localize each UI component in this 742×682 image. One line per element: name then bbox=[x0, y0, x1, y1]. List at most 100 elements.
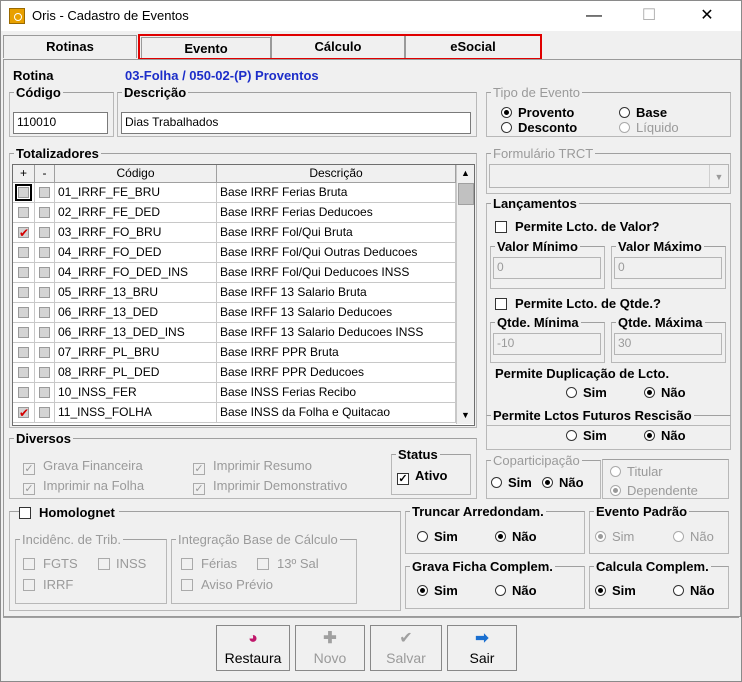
include-checkbox[interactable] bbox=[18, 307, 29, 318]
exclude-checkbox[interactable] bbox=[39, 347, 50, 358]
tipo-provento-radio[interactable]: Provento bbox=[501, 105, 574, 120]
include-checkbox[interactable] bbox=[18, 287, 29, 298]
col-header-minus[interactable]: - bbox=[35, 165, 55, 183]
codigo-cell: 01_IRRF_FE_BRU bbox=[55, 183, 217, 202]
fgts-checkbox[interactable]: FGTS bbox=[23, 556, 78, 571]
maximize-button[interactable]: ☐ bbox=[629, 5, 669, 27]
tipo-liquido-radio[interactable]: Líquido bbox=[619, 120, 679, 135]
qtde-minima-input[interactable]: -10 bbox=[493, 333, 601, 355]
duplicacao-sim-radio[interactable]: Sim bbox=[566, 385, 607, 400]
include-checkbox[interactable] bbox=[18, 404, 29, 422]
valor-maximo-input[interactable]: 0 bbox=[614, 257, 722, 279]
exclude-checkbox[interactable] bbox=[39, 187, 50, 198]
minus-cell bbox=[35, 263, 55, 282]
table-row[interactable]: 04_IRRF_FO_DED_INS Base IRRF Fol/Qui Dedu… bbox=[13, 263, 456, 283]
table-row[interactable]: 06_IRRF_13_DED_INS Base IRFF 13 Salario D… bbox=[13, 323, 456, 343]
truncar-nao-radio[interactable]: Não bbox=[495, 529, 537, 544]
permite-qtde-checkbox[interactable]: Permite Lcto. de Qtde.? bbox=[495, 296, 661, 311]
qtde-maxima-input[interactable]: 30 bbox=[614, 333, 722, 355]
col-header-plus[interactable]: + bbox=[13, 165, 35, 183]
include-checkbox[interactable] bbox=[18, 247, 29, 258]
formulario-trct-select[interactable]: ▼ bbox=[489, 164, 729, 188]
ferias-checkbox[interactable]: Férias bbox=[181, 556, 237, 571]
scroll-down-icon[interactable]: ▼ bbox=[457, 407, 474, 424]
aviso-previo-checkbox[interactable]: Aviso Prévio bbox=[181, 577, 273, 592]
scroll-thumb[interactable] bbox=[458, 183, 474, 205]
minimize-button[interactable]: — bbox=[574, 5, 614, 27]
table-row[interactable]: 07_IRRF_PL_BRU Base IRRF PPR Bruta bbox=[13, 343, 456, 363]
exclude-checkbox[interactable] bbox=[39, 247, 50, 258]
permite-qtde-label: Permite Lcto. de Qtde.? bbox=[515, 296, 661, 311]
exclude-checkbox[interactable] bbox=[39, 267, 50, 278]
homolognet-checkbox[interactable]: Homolognet bbox=[19, 505, 119, 520]
titular-radio[interactable]: Titular bbox=[610, 464, 663, 479]
imprimir-demonstrativo-checkbox[interactable]: ✓ Imprimir Demonstrativo bbox=[193, 478, 347, 495]
exclude-checkbox[interactable] bbox=[39, 227, 50, 238]
table-row[interactable]: 06_IRRF_13_DED Base IRFF 13 Salario Deduc… bbox=[13, 303, 456, 323]
irrf-checkbox[interactable]: IRRF bbox=[23, 577, 73, 592]
table-row[interactable]: 02_IRRF_FE_DED Base IRRF Ferias Deducoes bbox=[13, 203, 456, 223]
evento-padrao-sim-radio[interactable]: Sim bbox=[595, 529, 634, 544]
include-checkbox[interactable] bbox=[18, 327, 29, 338]
calcula-complem-nao-radio[interactable]: Não bbox=[673, 583, 715, 598]
grid-scrollbar[interactable]: ▲ ▼ bbox=[456, 165, 474, 424]
sal13-checkbox[interactable]: 13º Sal bbox=[257, 556, 319, 571]
scroll-up-icon[interactable]: ▲ bbox=[457, 165, 474, 182]
table-row[interactable]: 11_INSS_FOLHABase INSS da Folha e Quitac… bbox=[13, 403, 456, 423]
inss-checkbox[interactable]: INSS bbox=[98, 556, 146, 571]
duplicacao-nao-radio[interactable]: Não bbox=[644, 385, 686, 400]
col-header-descricao[interactable]: Descrição bbox=[217, 165, 456, 183]
exclude-checkbox[interactable] bbox=[39, 207, 50, 218]
ativo-checkbox[interactable]: ✓ Ativo bbox=[397, 468, 448, 485]
descricao-input[interactable]: Dias Trabalhados bbox=[121, 112, 471, 134]
tipo-desconto-radio[interactable]: Desconto bbox=[501, 120, 577, 135]
radio-dot bbox=[619, 107, 630, 118]
exclude-checkbox[interactable] bbox=[39, 407, 50, 418]
include-checkbox[interactable] bbox=[18, 207, 29, 218]
salvar-button[interactable]: ✔ Salvar bbox=[370, 625, 442, 671]
include-checkbox[interactable] bbox=[18, 267, 29, 278]
truncar-sim-radio[interactable]: Sim bbox=[417, 529, 458, 544]
checkbox-box: ✓ bbox=[23, 463, 35, 475]
include-checkbox[interactable] bbox=[15, 184, 32, 201]
dependente-radio[interactable]: Dependente bbox=[610, 483, 698, 498]
grava-ficha-sim-radio[interactable]: Sim bbox=[417, 583, 458, 598]
table-row[interactable]: 08_IRRF_PL_DED Base IRRF PPR Deducoes bbox=[13, 363, 456, 383]
table-row[interactable]: 05_IRRF_13_BRU Base IRFF 13 Salario Bruta bbox=[13, 283, 456, 303]
grava-financeira-checkbox[interactable]: ✓ Grava Financeira bbox=[23, 458, 143, 475]
codigo-input[interactable]: 110010 bbox=[13, 112, 108, 134]
permite-valor-checkbox[interactable]: Permite Lcto. de Valor? bbox=[495, 219, 660, 234]
evento-padrao-nao-radio[interactable]: Não bbox=[673, 529, 714, 544]
table-row[interactable]: 04_IRRF_FO_DED Base IRRF Fol/Qui Outras D… bbox=[13, 243, 456, 263]
imprimir-folha-checkbox[interactable]: ✓ Imprimir na Folha bbox=[23, 478, 144, 495]
exclude-checkbox[interactable] bbox=[39, 327, 50, 338]
table-row[interactable]: 01_IRRF_FE_BRU Base IRRF Ferias Bruta bbox=[13, 183, 456, 203]
table-row[interactable]: 10_INSS_FER Base INSS Ferias Recibo bbox=[13, 383, 456, 403]
plus-cell bbox=[13, 223, 35, 242]
exclude-checkbox[interactable] bbox=[39, 387, 50, 398]
novo-button[interactable]: ✚ Novo bbox=[295, 625, 365, 671]
sair-button[interactable]: ➡ Sair bbox=[447, 625, 517, 671]
include-checkbox[interactable] bbox=[18, 224, 29, 242]
exclude-checkbox[interactable] bbox=[39, 307, 50, 318]
futuros-sim-radio[interactable]: Sim bbox=[566, 428, 607, 443]
checkbox-box: ✓ bbox=[23, 483, 35, 495]
table-row[interactable]: 03_IRRF_FO_BRUBase IRRF Fol/Qui Bruta bbox=[13, 223, 456, 243]
close-button[interactable]: ✕ bbox=[687, 5, 727, 27]
restaura-button[interactable]: ◕ Restaura bbox=[216, 625, 290, 671]
valor-minimo-input[interactable]: 0 bbox=[493, 257, 601, 279]
include-checkbox[interactable] bbox=[18, 387, 29, 398]
grava-ficha-nao-radio[interactable]: Não bbox=[495, 583, 537, 598]
coparticipacao-nao-radio[interactable]: Não bbox=[542, 475, 584, 490]
imprimir-resumo-checkbox[interactable]: ✓ Imprimir Resumo bbox=[193, 458, 312, 475]
include-checkbox[interactable] bbox=[18, 367, 29, 378]
exclude-checkbox[interactable] bbox=[39, 287, 50, 298]
include-checkbox[interactable] bbox=[18, 347, 29, 358]
tipo-base-radio[interactable]: Base bbox=[619, 105, 667, 120]
coparticipacao-sim-radio[interactable]: Sim bbox=[491, 475, 532, 490]
col-header-codigo[interactable]: Código bbox=[55, 165, 217, 183]
futuros-nao-radio[interactable]: Não bbox=[644, 428, 686, 443]
tab-rotinas[interactable]: Rotinas bbox=[3, 35, 137, 58]
exclude-checkbox[interactable] bbox=[39, 367, 50, 378]
calcula-complem-sim-radio[interactable]: Sim bbox=[595, 583, 636, 598]
